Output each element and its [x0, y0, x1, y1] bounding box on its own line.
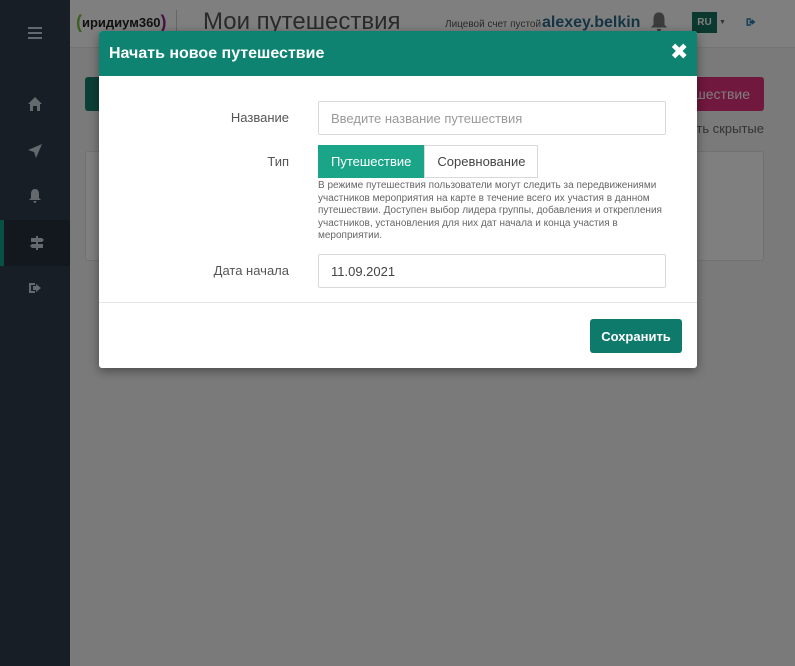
- type-toggle-group: Путешествие Соревнование: [318, 145, 539, 178]
- type-label: Тип: [267, 154, 289, 169]
- modal-header: Начать новое путешествие: [99, 31, 697, 76]
- start-date-label: Дата начала: [213, 263, 289, 278]
- trip-name-input[interactable]: [318, 101, 666, 135]
- new-trip-modal: Начать новое путешествие ✖ Название Тип …: [99, 31, 697, 368]
- close-icon[interactable]: ✖: [670, 41, 688, 63]
- modal-title: Начать новое путешествие: [109, 44, 325, 62]
- start-date-input[interactable]: [318, 254, 666, 288]
- name-label: Название: [230, 110, 289, 125]
- type-option-journey[interactable]: Путешествие: [318, 145, 425, 178]
- save-button[interactable]: Сохранить: [590, 319, 682, 353]
- type-help-text: В режиме путешествия пользователи могут …: [318, 180, 662, 241]
- type-option-competition[interactable]: Соревнование: [424, 145, 539, 178]
